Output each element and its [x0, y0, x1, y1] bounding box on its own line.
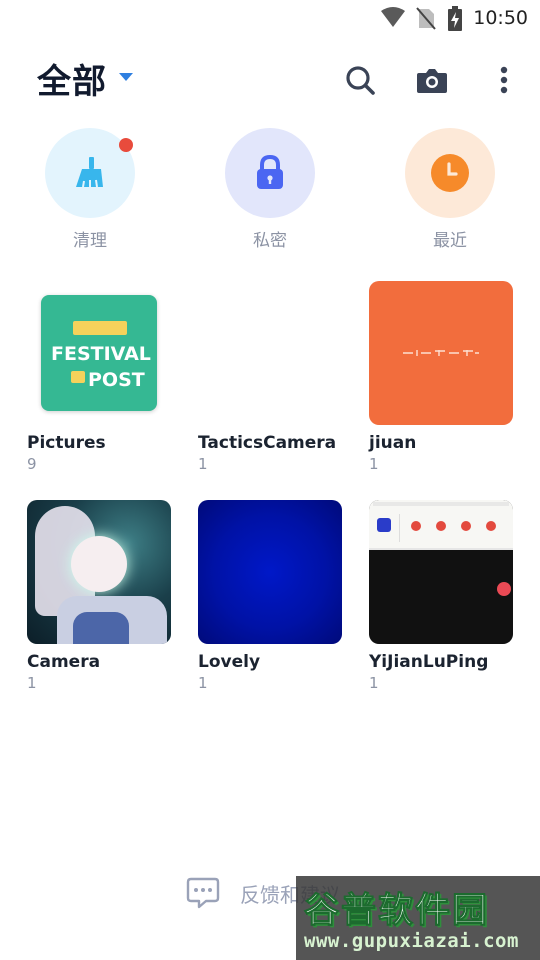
album-yijianluping[interactable]: YiJianLuPing 1 [369, 500, 513, 692]
album-name: Lovely [198, 652, 261, 672]
camera-icon [417, 69, 447, 93]
more-vertical-icon [500, 66, 508, 94]
album-camera[interactable]: Camera 1 [27, 500, 171, 692]
faint-text-graphic [403, 350, 479, 356]
clock-icon [431, 154, 469, 192]
album-thumbnail [369, 281, 513, 425]
logo-text: POST [88, 369, 145, 391]
more-options-button[interactable] [484, 60, 524, 100]
album-thumbnail [198, 500, 342, 644]
album-count: 1 [369, 455, 379, 473]
album-filter-title[interactable]: 全部 [37, 54, 107, 103]
watermark-title: 谷普软件园 [303, 891, 490, 932]
lock-icon [257, 154, 283, 189]
album-thumbnail [27, 500, 171, 644]
album-name: TacticsCamera [198, 433, 337, 453]
recent-circle [405, 128, 495, 218]
album-name: jiuan [369, 433, 417, 453]
chat-bubble-icon [186, 877, 220, 909]
album-name: YiJianLuPing [369, 652, 489, 672]
album-pictures[interactable]: FESTIVAL POST Pictures 9 [27, 281, 171, 473]
album-thumbnail [369, 500, 513, 644]
no-sim-icon [416, 7, 436, 30]
watermark-url: www.gupuxiazai.com [304, 930, 519, 952]
site-watermark: 谷普软件园 www.gupuxiazai.com [296, 876, 540, 960]
album-count: 1 [198, 674, 208, 692]
wifi-icon [381, 7, 405, 27]
album-count: 9 [27, 455, 37, 473]
album-count: 1 [369, 674, 379, 692]
broom-icon [76, 157, 103, 188]
quick-action-clean[interactable]: 清理 [45, 128, 135, 251]
quick-action-label: 私密 [253, 231, 287, 251]
status-bar: 10:50 [0, 0, 540, 36]
album-thumbnail [198, 281, 342, 425]
search-icon [346, 66, 375, 95]
search-button[interactable] [340, 60, 380, 100]
logo-text: FESTIVAL [51, 343, 151, 365]
clean-circle [45, 128, 135, 218]
quick-action-label: 清理 [73, 231, 107, 251]
status-time: 10:50 [473, 7, 528, 29]
festival-post-logo: FESTIVAL POST [41, 295, 157, 411]
app-header: 全部 [0, 52, 540, 108]
album-count: 1 [27, 674, 37, 692]
album-name: Pictures [27, 433, 106, 453]
dropdown-caret-icon[interactable] [118, 72, 134, 82]
album-tacticscamera[interactable]: TacticsCamera 1 [198, 281, 342, 473]
album-thumbnail: FESTIVAL POST [27, 281, 171, 425]
notification-badge [119, 138, 133, 152]
camera-button[interactable] [412, 60, 452, 100]
album-lovely[interactable]: Lovely 1 [198, 500, 342, 692]
quick-action-label: 最近 [433, 231, 467, 251]
album-count: 1 [198, 455, 208, 473]
private-circle [225, 128, 315, 218]
battery-charging-icon [448, 6, 462, 31]
quick-action-private[interactable]: 私密 [225, 128, 315, 251]
album-jiuan[interactable]: jiuan 1 [369, 281, 513, 473]
album-name: Camera [27, 652, 101, 672]
quick-action-recent[interactable]: 最近 [405, 128, 495, 251]
